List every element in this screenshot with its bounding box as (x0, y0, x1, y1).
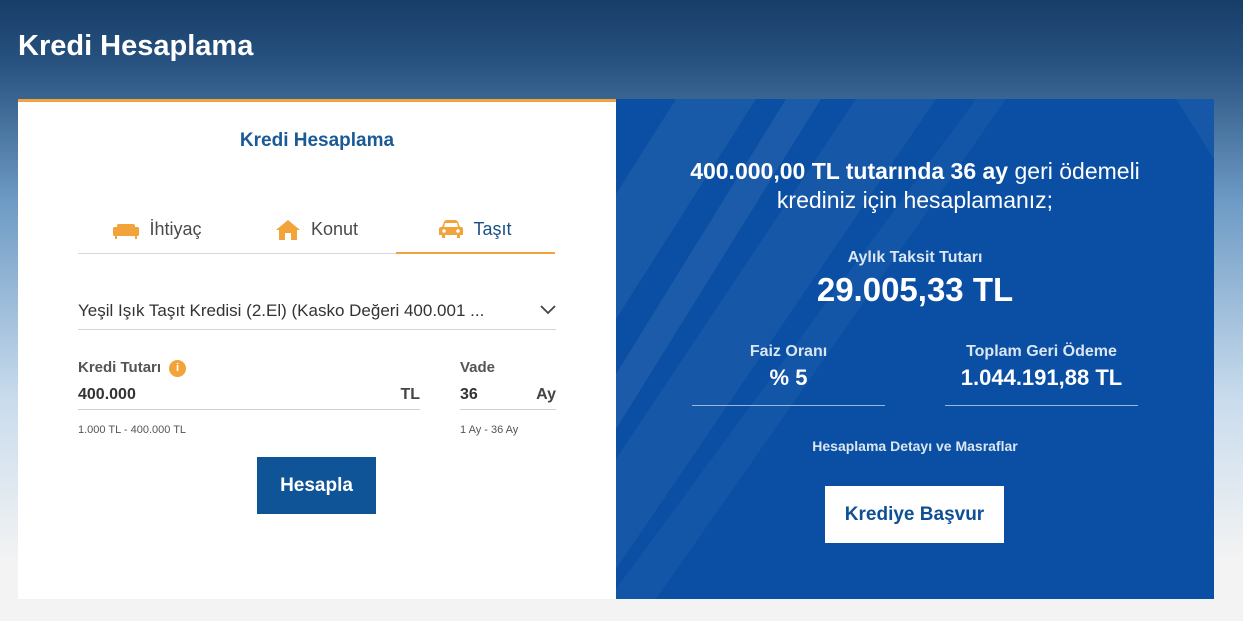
total-repayment-label: Toplam Geri Ödeme (966, 343, 1117, 360)
loan-type-tabs: İhtiyaç Konut Taşıt (78, 206, 555, 254)
tab-label: Taşıt (473, 218, 512, 239)
monthly-installment-label: Aylık Taksit Tutarı (847, 249, 983, 266)
product-dropdown[interactable]: Yeşil Işık Taşıt Kredisi (2.El) (Kasko D… (78, 292, 556, 330)
summary-line2: krediniz için hesaplamanız; (776, 187, 1054, 213)
summary-bold: 400.000,00 TL tutarında 36 ay (690, 158, 1009, 184)
amount-label: Kredi Tutarı (78, 359, 162, 376)
result-summary: 400.000,00 TL tutarında 36 ay geri ödeme… (616, 157, 1214, 215)
sofa-icon (113, 221, 140, 239)
amount-label-row: Kredi Tutarı i (78, 359, 187, 377)
calculation-details-link[interactable]: Hesaplama Detayı ve Masraflar (616, 438, 1214, 454)
term-field[interactable]: 36 Ay (460, 380, 556, 410)
tab-label: İhtiyaç (149, 219, 202, 239)
amount-unit: TL (400, 385, 420, 403)
interest-rate-value: % 5 (769, 365, 808, 390)
amount-input[interactable]: 400.000 (78, 386, 136, 404)
term-range-hint: 1 Ay - 36 Ay (460, 424, 519, 436)
product-selected-value: Yeşil Işık Taşıt Kredisi (2.El) (Kasko D… (78, 300, 485, 320)
result-panel: 400.000,00 TL tutarında 36 ay geri ödeme… (616, 99, 1214, 599)
amount-range-hint: 1.000 TL - 400.000 TL (78, 424, 187, 436)
tab-konut[interactable]: Konut (237, 206, 396, 253)
calculate-button[interactable]: Hesapla (257, 457, 376, 514)
monthly-installment-value: 29.005,33 TL (816, 271, 1014, 308)
tab-tasit[interactable]: Taşıt (396, 206, 555, 254)
tab-label: Konut (310, 219, 359, 239)
term-unit: Ay (536, 385, 556, 403)
summary-rest: geri ödemeli (1008, 158, 1140, 184)
calculator-card: Kredi Hesaplama İhtiyaç Konut Taşıt Yeşi… (18, 99, 616, 599)
term-label: Vade (460, 359, 496, 376)
house-icon (275, 219, 301, 241)
info-icon[interactable]: i (169, 360, 187, 377)
tab-ihtiyac[interactable]: İhtiyaç (78, 206, 237, 253)
chevron-down-icon (540, 302, 556, 320)
interest-rate-label: Faiz Oranı (749, 343, 828, 360)
total-repayment-stat: Toplam Geri Ödeme 1.044.191,88 TL (945, 343, 1138, 406)
page-title: Kredi Hesaplama (18, 30, 254, 62)
amount-field[interactable]: 400.000 TL (78, 380, 420, 410)
apply-loan-button[interactable]: Krediye Başvur (825, 486, 1004, 543)
term-input[interactable]: 36 (460, 386, 478, 404)
card-title: Kredi Hesaplama (239, 130, 395, 151)
total-repayment-value: 1.044.191,88 TL (960, 365, 1123, 390)
interest-rate-stat: Faiz Oranı % 5 (692, 343, 885, 406)
car-icon (439, 219, 464, 239)
